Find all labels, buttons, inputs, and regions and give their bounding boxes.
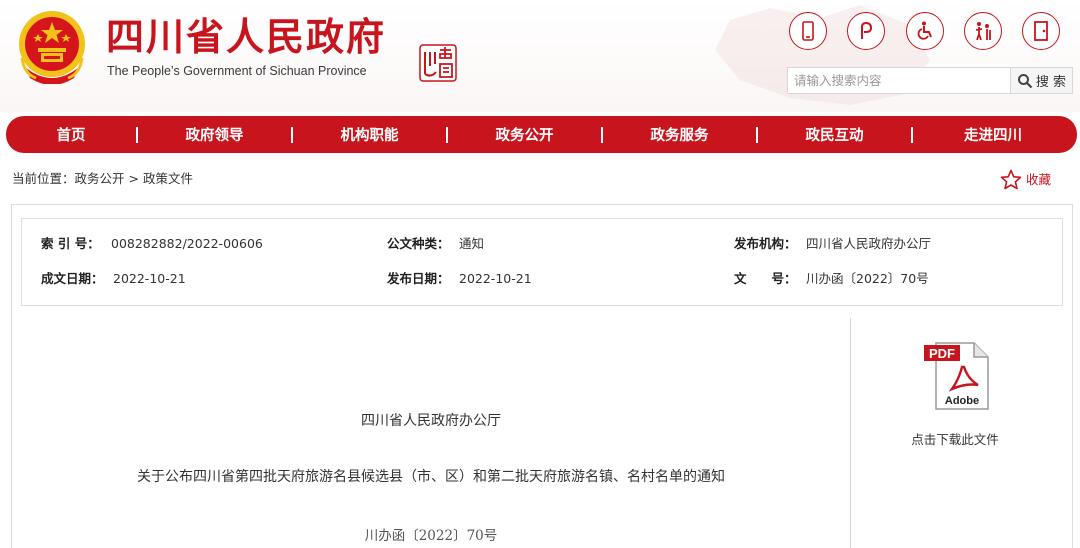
star-icon bbox=[1000, 169, 1022, 190]
pdf-badge-text: PDF bbox=[929, 346, 955, 361]
breadcrumb: 当前位置：政务公开 > 政策文件 bbox=[12, 171, 193, 187]
breadcrumb-item-gov-affairs[interactable]: 政务公开 bbox=[75, 171, 125, 186]
doc-type-label: 公文种类： bbox=[387, 236, 450, 251]
pdf-file-icon: PDF Adobe bbox=[924, 342, 989, 410]
nav-item-leaders[interactable]: 政府领导 bbox=[138, 116, 291, 153]
favorite-button[interactable]: 收藏 bbox=[1000, 169, 1051, 190]
doc-type-value: 通知 bbox=[459, 236, 485, 251]
document-title: 关于公布四川省第四批天府旅游名县候选县（市、区）和第二批天府旅游名镇、名村名单的… bbox=[137, 469, 725, 485]
nav-item-departments[interactable]: 机构职能 bbox=[293, 116, 446, 153]
breadcrumb-item-policy-docs[interactable]: 政策文件 bbox=[143, 171, 193, 186]
search-input[interactable] bbox=[788, 68, 1010, 93]
search-button[interactable]: 搜 索 bbox=[1010, 68, 1072, 93]
publish-date-value: 2022-10-21 bbox=[459, 271, 532, 286]
search-box: 搜 索 bbox=[787, 67, 1073, 94]
exit-icon[interactable] bbox=[1022, 12, 1060, 50]
nav-item-home[interactable]: 首页 bbox=[6, 116, 136, 153]
site-subtitle: The People’s Government of Sichuan Provi… bbox=[107, 64, 367, 78]
content-divider bbox=[850, 318, 851, 548]
search-icon bbox=[1017, 73, 1033, 88]
nav-item-interaction[interactable]: 政民互动 bbox=[758, 116, 911, 153]
national-emblem-icon bbox=[19, 11, 85, 84]
written-date-value: 2022-10-21 bbox=[113, 271, 186, 286]
document-issuer: 四川省人民政府办公厅 bbox=[361, 413, 501, 429]
breadcrumb-prefix: 当前位置： bbox=[12, 171, 75, 186]
breadcrumb-separator: > bbox=[128, 171, 139, 186]
weibo-icon[interactable] bbox=[847, 12, 885, 50]
nav-item-gov-affairs[interactable]: 政务公开 bbox=[448, 116, 601, 153]
adobe-brand-text: Adobe bbox=[945, 395, 979, 407]
document-meta-table: 索 引 号： 008282882/2022-00606 公文种类： 通知 发布机… bbox=[21, 218, 1063, 306]
search-button-label: 搜 索 bbox=[1035, 75, 1067, 90]
main-nav: 首页 政府领导 机构职能 政务公开 政务服务 政民互动 走进四川 bbox=[6, 116, 1077, 153]
sichuan-seal-icon bbox=[419, 44, 457, 82]
accessibility-icon[interactable] bbox=[906, 12, 944, 50]
index-label: 索 引 号： bbox=[41, 236, 100, 251]
site-title: 四川省人民政府 bbox=[106, 14, 387, 59]
publish-date-label: 发布日期： bbox=[387, 271, 450, 286]
doc-number-value: 川办函〔2022〕70号 bbox=[806, 271, 929, 286]
elderly-care-icon[interactable] bbox=[964, 12, 1002, 50]
mobile-icon[interactable] bbox=[789, 12, 827, 50]
favorite-label: 收藏 bbox=[1026, 171, 1052, 187]
doc-number-label: 文 号： bbox=[734, 271, 797, 286]
document-number: 川办函〔2022〕70号 bbox=[364, 528, 498, 544]
page: 四川省人民政府 The People’s Government of Sichu… bbox=[0, 0, 1080, 548]
publisher-label: 发布机构： bbox=[734, 236, 797, 251]
site-header: 四川省人民政府 The People’s Government of Sichu… bbox=[0, 0, 1080, 112]
publisher-value: 四川省人民政府办公厅 bbox=[806, 236, 932, 251]
nav-item-about-sichuan[interactable]: 走进四川 bbox=[913, 116, 1073, 153]
written-date-label: 成文日期： bbox=[41, 271, 104, 286]
index-value: 008282882/2022-00606 bbox=[111, 236, 263, 251]
nav-item-services[interactable]: 政务服务 bbox=[603, 116, 756, 153]
pdf-download-label: 点击下载此文件 bbox=[911, 432, 999, 447]
